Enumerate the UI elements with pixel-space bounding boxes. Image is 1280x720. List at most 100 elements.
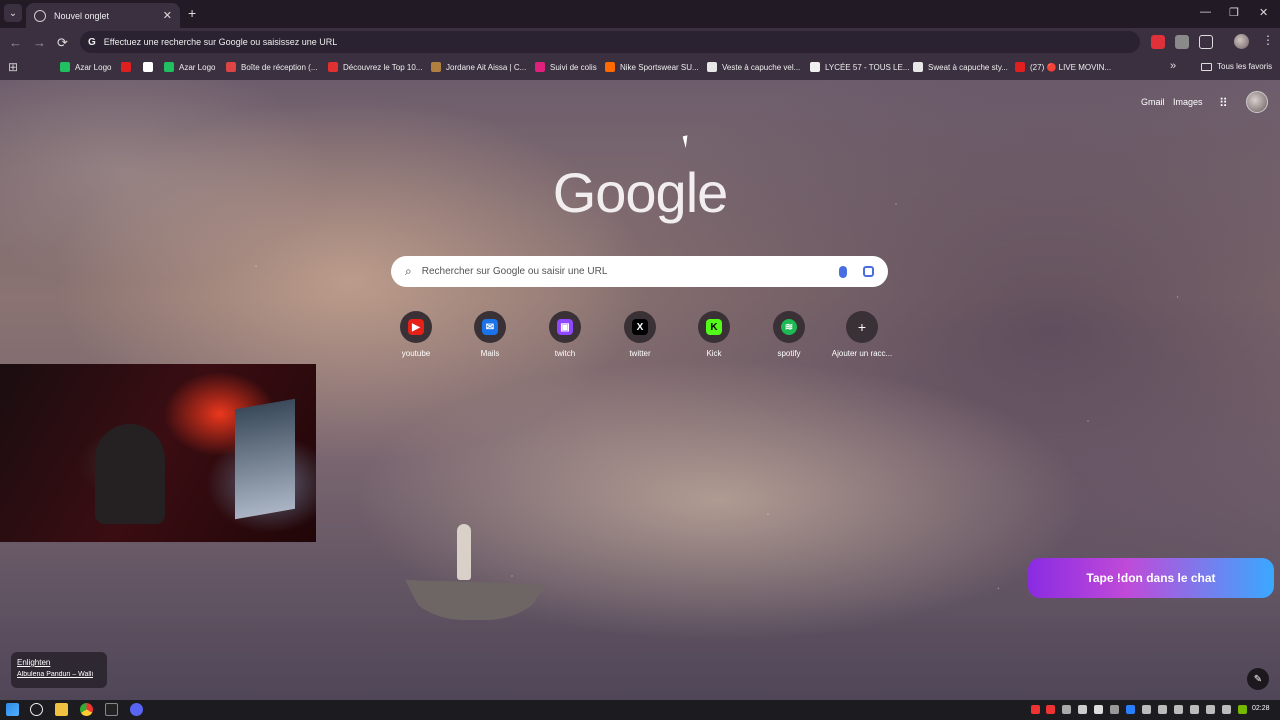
search-icon[interactable]: [30, 703, 43, 716]
address-bar-placeholder: Effectuez une recherche sur Google ou sa…: [103, 37, 338, 47]
bookmark-item[interactable]: [121, 62, 136, 72]
forward-button[interactable]: →: [33, 35, 46, 50]
shortcut-youtube[interactable]: ▶ youtube: [381, 311, 451, 358]
bookmark-item[interactable]: Jordane Ait Aissa | C...: [431, 62, 526, 72]
windows-start-icon[interactable]: [6, 703, 19, 716]
shortcut-add[interactable]: + Ajouter un racc...: [827, 311, 897, 358]
google-apps-icon[interactable]: ⠿: [1219, 96, 1228, 110]
bookmark-item[interactable]: Azar Logo: [60, 62, 111, 72]
new-tab-button[interactable]: +: [188, 5, 196, 21]
tray-app-icon[interactable]: [1094, 705, 1103, 714]
child-figure: [457, 524, 471, 580]
x-icon: X: [632, 319, 648, 335]
taskbar: [0, 700, 1280, 720]
bookmark-favicon: [707, 62, 717, 72]
shortcut-label: Mails: [480, 349, 500, 358]
bookmark-item[interactable]: LYCÉE 57 - TOUS LE...: [810, 62, 909, 72]
extension-icon[interactable]: [1151, 35, 1165, 49]
customize-pencil-icon[interactable]: ✎: [1247, 668, 1269, 690]
shortcut-kick[interactable]: K Kick: [679, 311, 749, 358]
youtube-icon: [121, 62, 131, 72]
bookmark-item[interactable]: [143, 62, 158, 72]
extensions-puzzle-icon[interactable]: [1199, 35, 1213, 49]
bookmark-item[interactable]: Azar Logo: [164, 62, 215, 72]
discord-icon[interactable]: [130, 703, 143, 716]
tray-app-icon[interactable]: [1110, 705, 1119, 714]
streamer-silhouette: [95, 424, 165, 524]
shortcut-circle: ▣: [549, 311, 581, 343]
shortcut-circle: +: [846, 311, 878, 343]
restore-button[interactable]: ❐: [1229, 6, 1239, 19]
bookmark-item[interactable]: (27) 🔴 LIVE MOVIN...: [1015, 62, 1111, 72]
shortcut-label: twitch: [554, 349, 576, 358]
bookmark-favicon: [535, 62, 545, 72]
taskbar-clock[interactable]: 02:28: [1252, 705, 1270, 712]
bookmark-favicon: [913, 62, 923, 72]
nvidia-icon[interactable]: [1238, 705, 1247, 714]
bookmarks-overflow-button[interactable]: »: [1170, 60, 1176, 72]
background-credit[interactable]: Enlighten Albulena Panduri – Walli: [11, 652, 107, 688]
credit-title[interactable]: Enlighten: [17, 658, 101, 667]
credit-author[interactable]: Albulena Panduri – Walli: [17, 671, 101, 678]
chrome-icon[interactable]: [80, 703, 93, 716]
bookmark-item[interactable]: Veste à capuche vel...: [707, 62, 800, 72]
reload-button[interactable]: ⟳: [57, 35, 68, 51]
tray-app-icon[interactable]: [1062, 705, 1071, 714]
monitor-image: [235, 398, 295, 520]
shortcut-label: twitter: [629, 349, 651, 358]
bookmark-favicon: [810, 62, 820, 72]
apps-grid-icon[interactable]: ⊞: [8, 60, 18, 74]
mic-icon[interactable]: [1031, 705, 1040, 714]
volume-icon[interactable]: [1206, 705, 1215, 714]
profile-avatar[interactable]: [1234, 34, 1249, 49]
shortcut-circle: K: [698, 311, 730, 343]
close-window-button[interactable]: ✕: [1259, 6, 1268, 19]
menu-icon[interactable]: ⋮: [1262, 33, 1274, 47]
search-input[interactable]: [421, 266, 839, 277]
shortcut-spotify[interactable]: ≋ spotify: [754, 311, 824, 358]
bookmark-item[interactable]: Suivi de colis: [535, 62, 597, 72]
minimize-button[interactable]: —: [1200, 6, 1211, 18]
bookmark-item[interactable]: Sweat à capuche sty...: [913, 62, 1008, 72]
donation-banner[interactable]: Tape !don dans le chat: [1028, 558, 1274, 598]
all-bookmarks-button[interactable]: Tous les favoris: [1201, 62, 1272, 71]
tab-search-button[interactable]: ⌄: [4, 4, 22, 22]
shortcut-twitter[interactable]: X twitter: [605, 311, 675, 358]
search-box[interactable]: ⌕: [391, 256, 888, 287]
google-g-icon: G: [88, 36, 96, 48]
google-lens-icon[interactable]: [863, 266, 874, 277]
images-link[interactable]: Images: [1173, 97, 1203, 107]
microphone-icon[interactable]: [839, 265, 847, 278]
globe-icon: [34, 9, 46, 22]
bookmark-favicon: [60, 62, 70, 72]
bookmark-item[interactable]: Découvrez le Top 10...: [328, 62, 422, 72]
spotify-icon: ≋: [781, 319, 797, 335]
tray-app-icon[interactable]: [1142, 705, 1151, 714]
shortcut-twitch[interactable]: ▣ twitch: [530, 311, 600, 358]
shortcut-mails[interactable]: ✉ Mails: [455, 311, 525, 358]
bookmark-favicon: [164, 62, 174, 72]
bookmark-item[interactable]: Boîte de réception (...: [226, 62, 318, 72]
tray-app-icon[interactable]: [1046, 705, 1055, 714]
network-icon[interactable]: [1174, 705, 1183, 714]
file-explorer-icon[interactable]: [55, 703, 68, 716]
gmail-link[interactable]: Gmail: [1141, 97, 1165, 107]
tab-close-icon[interactable]: ✕: [163, 9, 172, 22]
shortcut-circle: ▶: [400, 311, 432, 343]
tray-app-icon[interactable]: [1078, 705, 1087, 714]
tray-app-icon[interactable]: [1158, 705, 1167, 714]
bookmark-favicon: [605, 62, 615, 72]
back-button[interactable]: ←: [9, 35, 22, 50]
account-avatar[interactable]: [1246, 91, 1268, 113]
tab-active[interactable]: Nouvel onglet ✕: [26, 3, 180, 28]
bluetooth-icon[interactable]: [1126, 705, 1135, 714]
battery-icon[interactable]: [1190, 705, 1199, 714]
address-bar[interactable]: G Effectuez une recherche sur Google ou …: [80, 31, 1140, 53]
bookmark-item[interactable]: Nike Sportswear SU...: [605, 62, 699, 72]
app-icon[interactable]: [105, 703, 118, 716]
bookmark-favicon: [431, 62, 441, 72]
boat-illustration: [405, 524, 545, 626]
tray-app-icon[interactable]: [1222, 705, 1231, 714]
extension-icon[interactable]: [1175, 35, 1189, 49]
shortcut-label: Ajouter un racc...: [831, 349, 893, 358]
